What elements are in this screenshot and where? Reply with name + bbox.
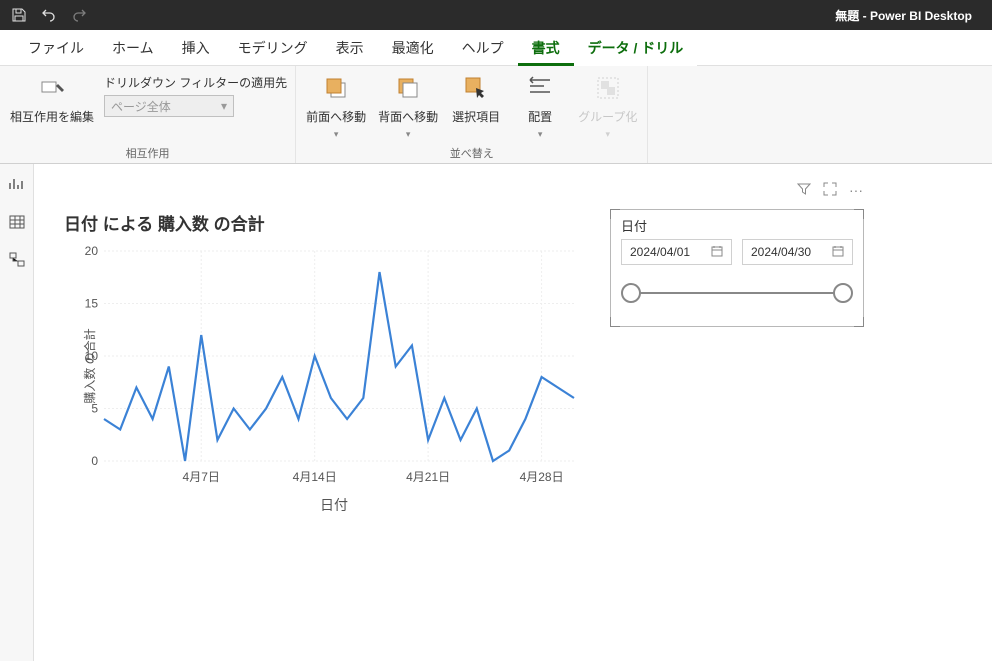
chart-visual[interactable]: 日付 による 購入数 の合計 購入数 の合計 051015204月7日4月14日… — [64, 210, 604, 515]
tab-optimize[interactable]: 最適化 — [378, 30, 448, 66]
tab-data-drill[interactable]: データ / ドリル — [574, 30, 698, 66]
view-switcher — [0, 164, 34, 661]
group-label: グループ化 — [578, 108, 637, 125]
svg-text:4月14日: 4月14日 — [293, 470, 337, 484]
date-from-value: 2024/04/01 — [630, 245, 690, 259]
more-options-icon[interactable]: ··· — [849, 182, 863, 199]
report-view-icon[interactable] — [7, 174, 27, 194]
tab-home[interactable]: ホーム — [98, 30, 168, 66]
bring-forward-label: 前面へ移動 — [306, 108, 366, 125]
menu-bar: ファイル ホーム 挿入 モデリング 表示 最適化 ヘルプ 書式 データ / ドリ… — [0, 30, 992, 66]
selection-button[interactable]: 選択項目 — [448, 70, 504, 127]
chevron-down-icon: ▾ — [406, 129, 411, 140]
slider-handle-right[interactable] — [833, 283, 853, 303]
drill-filter-label: ドリルダウン フィルターの適用先 — [104, 74, 287, 91]
drill-filter-value: ページ全体 — [111, 98, 171, 115]
align-label: 配置 — [528, 108, 552, 125]
bring-forward-button[interactable]: 前面へ移動 ▾ — [304, 70, 368, 142]
slider-handle-left[interactable] — [621, 283, 641, 303]
edit-interactions-button[interactable]: 相互作用を編集 — [8, 70, 96, 127]
group-interactions-label: 相互作用 — [8, 143, 287, 161]
filter-icon[interactable] — [797, 182, 811, 199]
calendar-icon[interactable] — [832, 245, 844, 260]
date-to-value: 2024/04/30 — [751, 245, 811, 259]
slicer-visual[interactable]: ··· 日付 2024/04/01 2024/04/30 — [610, 209, 864, 327]
tab-help[interactable]: ヘルプ — [448, 30, 518, 66]
send-backward-button[interactable]: 背面へ移動 ▾ — [376, 70, 440, 142]
title-bar: 無題 - Power BI Desktop — [0, 0, 992, 30]
svg-text:4月21日: 4月21日 — [406, 470, 450, 484]
group-arrange-label: 並べ替え — [304, 143, 639, 161]
align-button[interactable]: 配置 ▾ — [512, 70, 568, 142]
report-canvas[interactable]: 日付 による 購入数 の合計 購入数 の合計 051015204月7日4月14日… — [34, 164, 992, 661]
interactions-icon — [36, 72, 68, 104]
svg-text:4月28日: 4月28日 — [520, 470, 564, 484]
chevron-down-icon: ▾ — [221, 99, 227, 113]
focus-mode-icon[interactable] — [823, 182, 837, 199]
chart-title: 日付 による 購入数 の合計 — [64, 210, 604, 235]
tab-modeling[interactable]: モデリング — [224, 30, 322, 66]
align-icon — [524, 72, 556, 104]
range-slider[interactable] — [621, 283, 853, 303]
drill-filter-dropdown[interactable]: ページ全体 ▾ — [104, 95, 234, 117]
tab-view[interactable]: 表示 — [322, 30, 378, 66]
model-view-icon[interactable] — [7, 250, 27, 270]
selection-icon — [460, 72, 492, 104]
slicer-title: 日付 — [611, 210, 863, 239]
chart-plot: 購入数 の合計 051015204月7日4月14日4月21日4月28日 — [64, 241, 584, 491]
visual-header: ··· — [797, 182, 863, 199]
chevron-down-icon: ▾ — [606, 129, 611, 140]
window-title: 無題 - Power BI Desktop — [0, 7, 992, 24]
svg-text:4月7日: 4月7日 — [183, 470, 220, 484]
date-from-input[interactable]: 2024/04/01 — [621, 239, 732, 265]
svg-text:15: 15 — [85, 297, 99, 311]
tab-format[interactable]: 書式 — [518, 30, 574, 66]
svg-text:0: 0 — [91, 454, 98, 468]
chevron-down-icon: ▾ — [538, 129, 543, 140]
x-axis-label: 日付 — [64, 495, 604, 515]
bring-forward-icon — [320, 72, 352, 104]
tab-file[interactable]: ファイル — [14, 30, 98, 66]
date-to-input[interactable]: 2024/04/30 — [742, 239, 853, 265]
table-view-icon[interactable] — [7, 212, 27, 232]
y-axis-label: 購入数 の合計 — [81, 328, 98, 403]
tab-insert[interactable]: 挿入 — [168, 30, 224, 66]
svg-text:20: 20 — [85, 244, 99, 258]
group-button: グループ化 ▾ — [576, 70, 639, 142]
send-backward-label: 背面へ移動 — [378, 108, 438, 125]
edit-interactions-label: 相互作用を編集 — [10, 108, 94, 125]
slider-track — [629, 292, 845, 294]
calendar-icon[interactable] — [711, 245, 723, 260]
group-icon — [592, 72, 624, 104]
chevron-down-icon: ▾ — [334, 129, 339, 140]
selection-label: 選択項目 — [452, 108, 500, 125]
ribbon: 相互作用を編集 ドリルダウン フィルターの適用先 ページ全体 ▾ 相互作用 前面… — [0, 66, 992, 164]
send-backward-icon — [392, 72, 424, 104]
